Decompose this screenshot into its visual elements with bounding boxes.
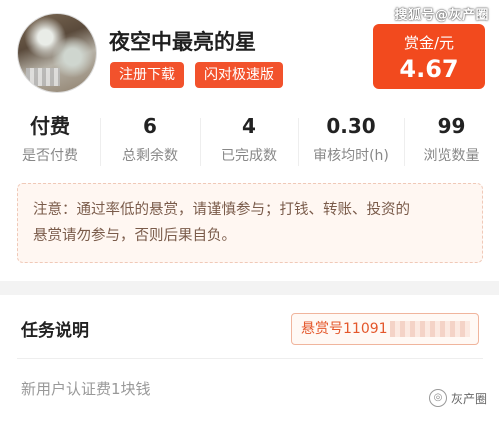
reward-number-badge[interactable]: 悬赏号11091 <box>291 313 479 345</box>
notice-line-1: 注意：通过率低的悬赏，请谨慎参与；打钱、转账、投资的 <box>33 202 410 218</box>
stat-value: 付费 <box>30 114 70 138</box>
stat-value: 4 <box>242 114 256 138</box>
stat-label: 已完成数 <box>221 148 277 164</box>
reward-number-text: 悬赏号11091 <box>301 321 388 337</box>
stat-review-time: 0.30 审核均时(h) <box>298 112 404 172</box>
wechat-icon: ◎ <box>428 389 447 407</box>
stat-value: 6 <box>143 114 157 138</box>
stat-paid: 付费 是否付费 <box>0 112 100 172</box>
stat-value: 0.30 <box>326 114 376 138</box>
divider-line <box>17 358 483 359</box>
stat-label: 审核均时(h) <box>313 148 389 164</box>
avatar-blur <box>26 68 60 86</box>
stat-remaining: 6 总剩余数 <box>100 112 200 172</box>
watermark-top: 搜狐号@灰产圈 <box>394 8 489 23</box>
stats-row: 付费 是否付费 6 总剩余数 4 已完成数 0.30 审核均时(h) 99 浏览… <box>0 112 499 172</box>
stat-label: 总剩余数 <box>122 148 178 164</box>
task-description: 新用户认证费1块钱 <box>21 380 151 398</box>
task-section-title: 任务说明 <box>21 321 89 341</box>
reward-value: 4.67 <box>399 55 459 83</box>
stat-label: 是否付费 <box>22 148 78 164</box>
stat-completed: 4 已完成数 <box>200 112 298 172</box>
notice-line-2: 悬赏请勿参与，否则后果自负。 <box>33 228 236 244</box>
stat-value: 99 <box>437 114 466 138</box>
watermark-bottom: ◎ 灰产圈 <box>428 389 487 407</box>
redaction-blur <box>390 321 470 337</box>
reward-box: 赏金/元 4.67 <box>373 24 485 89</box>
stat-label: 浏览数量 <box>423 148 480 164</box>
reward-label: 赏金/元 <box>403 34 455 52</box>
tag-register-download[interactable]: 注册下载 <box>110 62 184 88</box>
notice-box: 注意：通过率低的悬赏，请谨慎参与；打钱、转账、投资的 悬赏请勿参与，否则后果自负… <box>17 183 483 263</box>
avatar[interactable] <box>18 14 96 92</box>
section-divider <box>0 281 499 295</box>
tag-app-name[interactable]: 闪对极速版 <box>195 62 283 88</box>
stat-views: 99 浏览数量 <box>404 112 499 172</box>
watermark-bottom-text: 灰产圈 <box>450 391 487 406</box>
publisher-name: 夜空中最亮的星 <box>109 30 256 54</box>
